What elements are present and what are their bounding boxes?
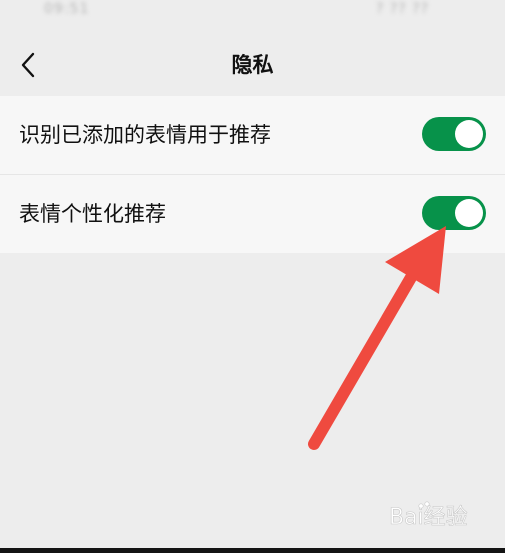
status-time: 09:51 — [44, 1, 90, 17]
baidu-watermark: Bai经验 — [388, 499, 488, 533]
toggle-knob — [455, 199, 483, 227]
setting-label: 识别已添加的表情用于推荐 — [19, 123, 271, 147]
page-title: 隐私 — [231, 53, 274, 77]
back-button[interactable] — [12, 46, 48, 82]
personalized-recommend-toggle[interactable] — [422, 196, 486, 230]
settings-list: 识别已添加的表情用于推荐 表情个性化推荐 — [0, 96, 505, 253]
setting-label: 表情个性化推荐 — [19, 202, 166, 226]
bottom-edge — [0, 548, 505, 553]
chevron-left-icon — [21, 52, 35, 78]
setting-row-personalized-recommend: 表情个性化推荐 — [0, 174, 505, 253]
watermark-text: Bai经验 — [389, 505, 468, 530]
baidu-paw-icon: Bai经验 — [389, 501, 468, 530]
recognize-stickers-toggle[interactable] — [422, 117, 486, 151]
navigation-bar: 隐私 — [0, 34, 505, 96]
setting-row-recognize-stickers: 识别已添加的表情用于推荐 — [0, 96, 505, 174]
status-indicators: ? ?? ?? — [376, 1, 430, 17]
status-bar: 09:51 ? ?? ?? — [0, 0, 505, 34]
toggle-knob — [455, 120, 483, 148]
